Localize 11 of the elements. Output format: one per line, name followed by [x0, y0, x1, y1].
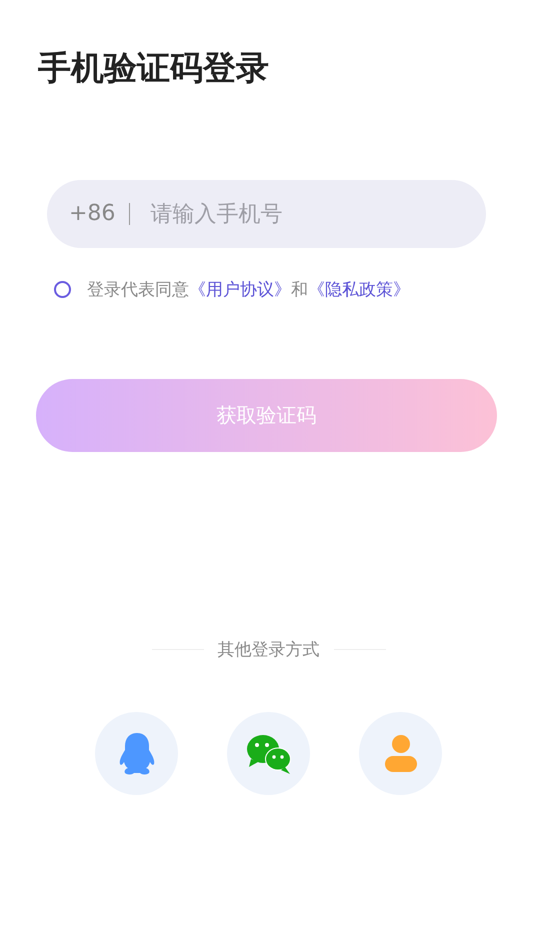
policy-link[interactable]: 《隐私政策》	[308, 280, 410, 300]
phone-field[interactable]: +86 请输入手机号	[47, 180, 486, 248]
person-icon	[384, 734, 418, 774]
page-title: 手机验证码登录	[38, 47, 270, 89]
policy-link[interactable]: 《用户协议》	[189, 280, 291, 300]
agreement-checkbox[interactable]	[54, 281, 71, 298]
country-code[interactable]: +86	[69, 203, 130, 225]
chat-bubbles-icon	[244, 732, 292, 774]
agreement-text: 登录代表同意《用户协议》和《隐私政策》	[87, 279, 410, 301]
other-login-label: 其他登录方式	[218, 639, 320, 661]
get-code-button[interactable]: 获取验证码	[36, 379, 497, 452]
